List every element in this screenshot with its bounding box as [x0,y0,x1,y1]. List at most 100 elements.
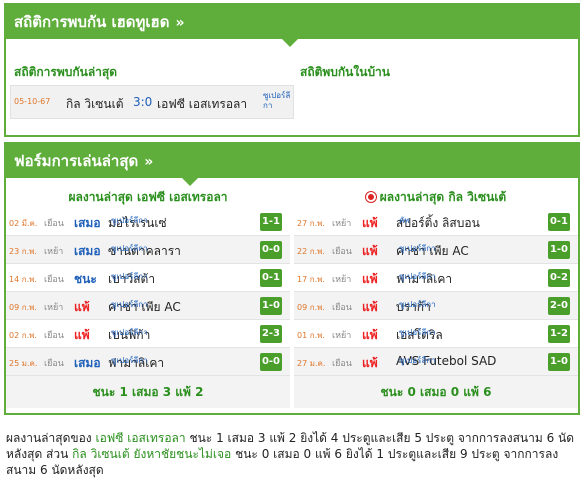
row-result: แพ้ [362,328,378,342]
row-result: แพ้ [74,328,90,342]
form-row[interactable]: 14 ก.พ. เยือน ชนะ เบาวิสต้า ซูเปอร์ลีกา 0-1 [6,264,290,292]
left-summary: ชนะ 1 เสมอ 3 แพ้ 2 [6,376,290,408]
row-home-away: เหย้า [332,275,352,285]
score-badge: 1-1 [260,213,282,231]
row-league: ซูเปอร์ลีกา [111,300,148,309]
row-home-away: เหย้า [332,219,352,229]
row-league: ซูเปอร์ลีกา [111,272,148,281]
form-row[interactable]: 02 มี.ค. เยือน เสมอ มอไรเรนเซ่ ซูเปอร์ลีกา 1-… [6,208,290,236]
form-row[interactable]: 27 ม.ค. เยือน แพ้ AVS Futebol SAD ซูเปอร์ลีก… [294,348,578,376]
row-home-away: เหย้า [332,331,352,341]
form-left-column: ผลงานล่าสุด เอฟซี เอสเทรอลา 02 มี.ค. เยือ… [6,186,290,408]
row-result: เสมอ [74,244,101,258]
right-column-title: ผลงานล่าสุด กิล วิเซนเต้ [294,186,578,208]
row-home-away: เยือน [44,331,64,341]
row-league: ซูเปอร์ลีกา [399,244,436,253]
score-badge: 1-0 [548,241,570,259]
score-badge: 0-2 [548,269,570,287]
row-league: ซูเปอร์ลีกา [399,272,436,281]
row-result: เสมอ [74,216,101,230]
row-home-away: เหย้า [44,303,64,313]
form-title: ฟอร์มการเล่นล่าสุด [14,152,139,170]
form-row[interactable]: 17 ก.พ. เหย้า แพ้ ฟามาลิเคา ซูเปอร์ลีกา 0-2 [294,264,578,292]
row-result: แพ้ [362,356,378,370]
narrative-team-1[interactable]: เอฟซี เอสเทรอลา [95,431,185,445]
form-right-column: ผลงานล่าสุด กิล วิเซนเต้ 27 ก.พ. เหย้า แพ้… [294,186,578,408]
score-badge: 1-2 [548,325,570,343]
chevron-right-icon: » [175,15,184,31]
row-result: แพ้ [362,244,378,258]
score-badge: 0-1 [548,213,570,231]
narrative-team-2[interactable]: กิล วิเซนเต้ ยังหาชัยชนะไม่เจอ [72,447,231,461]
form-row[interactable]: 23 ก.พ. เหย้า เสมอ ซานตาคลารา ซูเปอร์ลีกา 0-0 [6,236,290,264]
h2h-panel: สถิติการพบกัน เฮดทูเฮด » สถิติการพบกันล่า… [4,3,580,137]
score-badge: 0-0 [260,353,282,371]
row-league: ซูเปอร์ลีกา [111,328,148,337]
row-league: ซูเปอร์ลีกา [399,356,436,365]
row-date: 27 ม.ค. [297,359,326,368]
narrative-part-1: ผลงานล่าสุดของ [6,431,96,445]
row-date: 02 มี.ค. [9,219,38,228]
row-home-away: เยือน [332,359,352,369]
right-column-title-text: ผลงานล่าสุด กิล วิเซนเต้ [379,190,507,204]
row-result: แพ้ [362,272,378,286]
h2h-title: สถิติการพบกัน เฮดทูเฮด [14,13,170,31]
away-team[interactable]: เอฟซี เอสเทรอลา [157,95,247,114]
row-home-away: เหย้า [44,247,64,257]
chevron-right-icon: » [144,154,153,170]
row-date: 23 ก.พ. [9,247,37,256]
row-date: 25 ม.ค. [9,359,38,368]
row-date: 09 ก.พ. [9,303,37,312]
score-badge: 0-0 [260,241,282,259]
row-date: 14 ก.พ. [9,275,37,284]
row-league: ซูเปอร์ลีกา [111,244,148,253]
right-summary: ชนะ 0 เสมอ 0 แพ้ 6 [294,376,578,408]
row-home-away: เยือน [44,219,64,229]
row-league: ซูเปอร์ลีกา [399,300,436,309]
row-date: 09 ก.พ. [297,303,325,312]
row-league: คัพ [399,216,410,225]
form-header: ฟอร์มการเล่นล่าสุด » [6,144,578,178]
row-league: ซูเปอร์ลีกา [399,328,436,337]
h2h-match-row[interactable]: 05-10-67 กิล วิเซนเต้ 3:0 เอฟซี เอสเทรอล… [10,85,294,119]
row-date: 17 ก.พ. [297,275,325,284]
form-row[interactable]: 25 ม.ค. เยือน เสมอ ฟามาลิเคา ซูเปอร์ลีกา 0-0 [6,348,290,376]
h2h-recent-label: สถิติการพบกันล่าสุด [14,65,118,79]
row-result: แพ้ [362,216,378,230]
row-result: ชนะ [74,272,97,286]
header-pointer [282,39,298,47]
score-badge: 1-0 [260,297,282,315]
row-date: 22 ก.พ. [297,247,325,256]
h2h-home-label: สถิติพบกันในบ้าน [300,65,390,79]
league-label: ซูเปอร์ลีกา [263,91,291,110]
row-date: 02 ก.พ. [9,331,37,340]
h2h-header: สถิติการพบกัน เฮดทูเฮด » [6,5,578,39]
match-score: 3:0 [133,95,153,109]
row-result: แพ้ [74,300,90,314]
form-narrative: ผลงานล่าสุดของ เอฟซี เอสเทรอลา ชนะ 1 เสม… [6,430,578,478]
form-row[interactable]: 09 ก.พ. เหย้า แพ้ คาซ่า เพีย AC ซูเปอร์ลีกา 1… [6,292,290,320]
left-column-title: ผลงานล่าสุด เอฟซี เอสเทรอลา [68,190,228,204]
home-team[interactable]: กิล วิเซนเต้ [66,95,124,114]
row-date: 01 ก.พ. [297,331,325,340]
row-result: เสมอ [74,356,101,370]
row-league: ซูเปอร์ลีกา [111,216,148,225]
score-badge: 1-0 [548,353,570,371]
form-row[interactable]: 01 ก.พ. เหย้า แพ้ เอสโตริล ซูเปอร์ลีกา 1-2 [294,320,578,348]
header-pointer [182,178,198,186]
form-row[interactable]: 09 ก.พ. เยือน แพ้ บราก้า ซูเปอร์ลีกา 2-0 [294,292,578,320]
team-logo-icon [365,192,376,202]
form-row[interactable]: 02 ก.พ. เยือน แพ้ เบนฟิก้า ซูเปอร์ลีกา 2-3 [6,320,290,348]
match-date: 05-10-67 [14,97,51,106]
score-badge: 2-0 [548,297,570,315]
form-panel: ฟอร์มการเล่นล่าสุด » ผลงานล่าสุด เอฟซี เอ… [4,142,580,415]
row-home-away: เยือน [332,303,352,313]
row-home-away: เยือน [332,247,352,257]
form-row[interactable]: 27 ก.พ. เหย้า แพ้ สปอร์ติ้ง ลิสบอน คัพ 0-1 [294,208,578,236]
row-home-away: เยือน [44,275,64,285]
form-row[interactable]: 22 ก.พ. เยือน แพ้ คาซ่า เพีย AC ซูเปอร์ลีกา 1… [294,236,578,264]
row-league: ซูเปอร์ลีกา [111,356,148,365]
row-result: แพ้ [362,300,378,314]
score-badge: 0-1 [260,269,282,287]
score-badge: 2-3 [260,325,282,343]
